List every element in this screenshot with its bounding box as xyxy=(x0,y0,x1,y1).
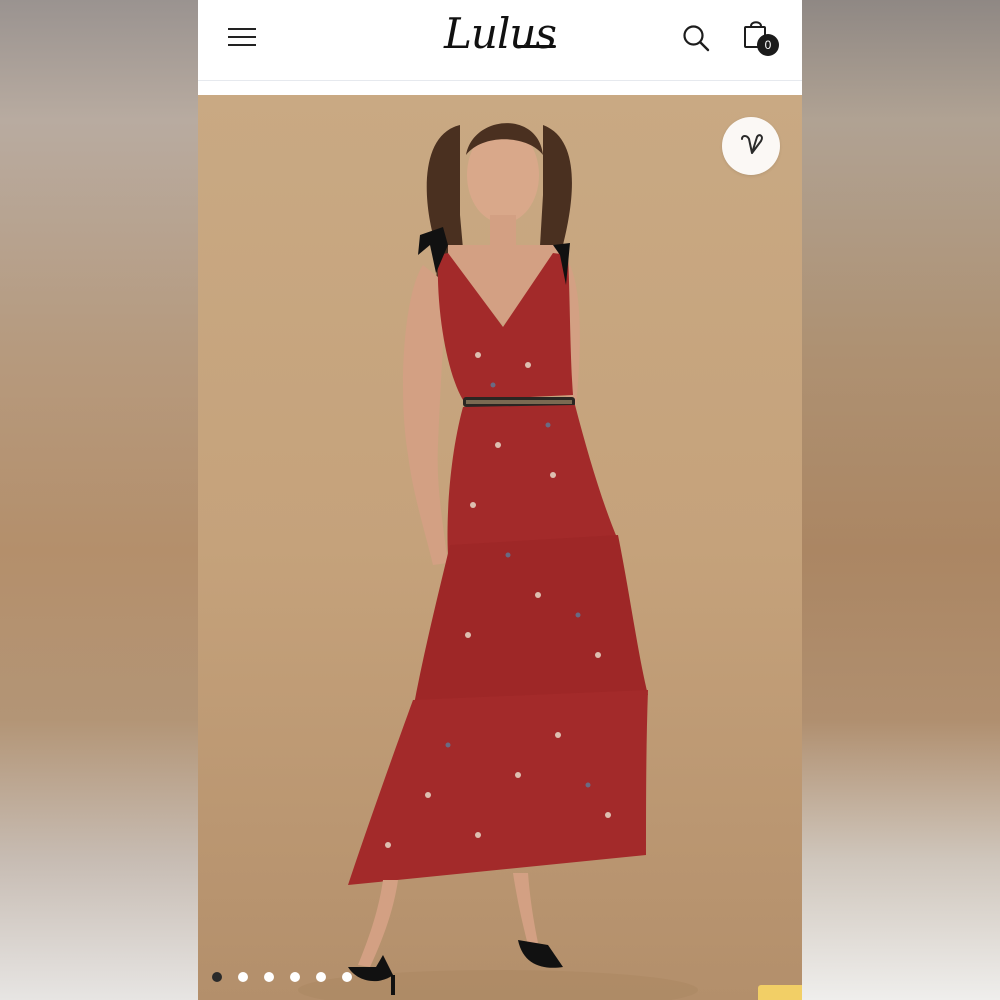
carousel-dot-6[interactable] xyxy=(342,972,352,982)
carousel-dot-1[interactable] xyxy=(212,972,222,982)
product-image[interactable] xyxy=(198,95,802,1000)
carousel-dot-4[interactable] xyxy=(290,972,300,982)
heart-icon xyxy=(741,134,763,154)
model-illustration xyxy=(298,123,698,1000)
search-icon[interactable] xyxy=(682,24,710,52)
phone-screen: Lulus 0 xyxy=(198,0,802,1000)
carousel-dot-2[interactable] xyxy=(238,972,248,982)
blurred-background-left xyxy=(0,0,198,1000)
wishlist-button[interactable] xyxy=(722,117,780,175)
feedback-tab[interactable] xyxy=(758,985,802,1000)
cart-count-badge[interactable]: 0 xyxy=(757,34,779,56)
blurred-background-right xyxy=(802,0,1000,1000)
header-spacer xyxy=(198,81,802,95)
hamburger-menu-icon[interactable] xyxy=(228,26,256,48)
carousel-dot-3[interactable] xyxy=(264,972,274,982)
carousel-dot-5[interactable] xyxy=(316,972,326,982)
header-bar: Lulus 0 xyxy=(198,0,802,81)
logo-underline xyxy=(516,45,556,48)
site-logo[interactable]: Lulus xyxy=(438,8,562,60)
